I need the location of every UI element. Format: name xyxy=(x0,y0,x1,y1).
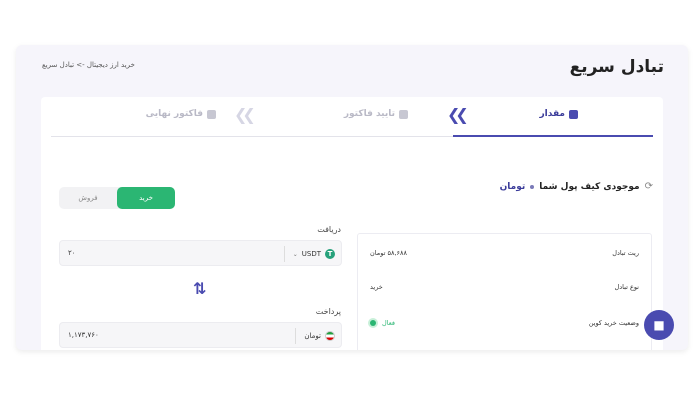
sell-button[interactable]: فروش xyxy=(59,187,117,209)
step-confirm-invoice[interactable]: تایید فاکتور xyxy=(344,109,408,119)
chat-support-button[interactable]: ■ xyxy=(644,310,674,340)
currency-code: USDT xyxy=(301,250,321,258)
status-label: وضعیت خرید کوین xyxy=(588,319,639,327)
checklist-icon xyxy=(399,109,408,119)
status-text: فعال xyxy=(382,319,395,327)
currency-select[interactable]: ⌄ USDT T xyxy=(283,246,335,262)
breadcrumb[interactable]: خرید ارز دیجیتال -> تبادل سریع xyxy=(42,61,135,69)
page-title: تبادل سریع xyxy=(569,57,664,77)
chevron-left-icon: ❮❮ xyxy=(234,105,256,124)
info-row-rate: ۵۸,۶۸۸ تومان ریت تبادل xyxy=(370,246,639,260)
separator-dot xyxy=(530,184,535,189)
chevron-down-icon: ⌄ xyxy=(292,250,298,258)
rate-value: ۵۸,۶۸۸ تومان xyxy=(370,249,407,257)
receive-amount[interactable]: ۲۰ xyxy=(68,249,76,257)
chevron-left-icon: ❮❮ xyxy=(447,105,469,124)
tether-icon: T xyxy=(325,249,335,259)
step-label: تایید فاکتور xyxy=(343,109,395,119)
pay-field[interactable]: ۱,۱۷۳,۷۶۰ تومان xyxy=(59,322,342,348)
type-label: نوع تبادل xyxy=(614,283,639,291)
wallet-label: موجودی کیف پول شما xyxy=(539,181,640,192)
stepper: مقدار ❮❮ تایید فاکتور ❮❮ فاکتور نهایی xyxy=(51,97,653,137)
refresh-icon[interactable]: ⟳ xyxy=(645,181,653,192)
pay-label: پرداخت xyxy=(315,307,341,316)
calculator-icon xyxy=(569,109,578,119)
status-dot-icon xyxy=(370,320,376,326)
pay-amount[interactable]: ۱,۱۷۳,۷۶۰ xyxy=(68,331,99,339)
rate-label: ریت تبادل xyxy=(612,249,639,257)
step-label: فاکتور نهایی xyxy=(145,109,203,119)
document-icon xyxy=(207,109,216,119)
info-row-status: فعال وضعیت خرید کوین xyxy=(370,316,639,330)
type-value: خرید xyxy=(370,283,383,291)
iran-flag-icon xyxy=(325,331,335,341)
buy-button[interactable]: خرید xyxy=(117,187,175,209)
status-value: فعال xyxy=(370,319,395,327)
info-row-type: خرید نوع تبادل xyxy=(370,280,639,294)
wallet-unit: تومان xyxy=(499,181,526,192)
step-final-invoice[interactable]: فاکتور نهایی xyxy=(146,109,216,119)
currency-name: تومان xyxy=(304,332,321,340)
active-step-indicator xyxy=(453,135,653,137)
wallet-balance: ⟳ موجودی کیف پول شما تومان xyxy=(500,181,653,192)
swap-icon[interactable]: ⇅ xyxy=(193,279,206,298)
receive-field[interactable]: ۲۰ ⌄ USDT T xyxy=(59,240,342,266)
receive-label: دریافت xyxy=(317,225,341,234)
app-frame: تبادل سریع خرید ارز دیجیتال -> تبادل سری… xyxy=(16,45,688,350)
exchange-info: ۵۸,۶۸۸ تومان ریت تبادل خرید نوع تبادل فع… xyxy=(357,233,652,350)
exchange-card: مقدار ❮❮ تایید فاکتور ❮❮ فاکتور نهایی ⟳ … xyxy=(41,97,663,350)
step-amount[interactable]: مقدار xyxy=(539,109,578,119)
pay-currency: تومان xyxy=(295,328,335,344)
buy-sell-toggle: فروش خرید xyxy=(59,187,175,209)
step-label: مقدار xyxy=(539,109,565,119)
chat-bubble-icon: ■ xyxy=(653,318,665,332)
